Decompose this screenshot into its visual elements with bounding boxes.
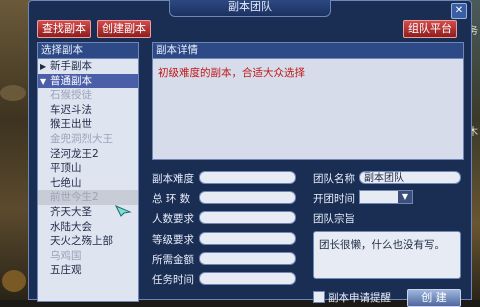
- team-name-input[interactable]: 副本团队: [359, 171, 461, 184]
- list-item-label: 石猴授徒: [50, 89, 92, 102]
- dungeon-detail-header: 副本详情: [153, 43, 463, 59]
- list-item-label: 齐天大圣: [50, 205, 92, 218]
- list-item-label: 前世今生2: [50, 191, 99, 204]
- triangle-right-icon: ▶: [40, 62, 47, 71]
- team-dungeon-dialog: 副本团队 ✕ 查找副本 创建副本 组队平台 选择副本 ▶ 新手副本 ▼ 普通副本 石猴授…: [28, 0, 472, 307]
- rings-label: 总 环 数: [152, 193, 191, 205]
- list-item-label: 平顶山: [50, 162, 82, 175]
- create-button[interactable]: 创 建: [407, 289, 461, 307]
- dungeon-list[interactable]: ▶ 新手副本 ▼ 普通副本 石猴授徒 车迟斗法 猴王出世 金兜洞烈大王 泾河龙王2 平顶山 七绝山前…: [38, 59, 138, 301]
- list-item-label: 七绝山: [50, 176, 82, 189]
- list-item[interactable]: 乌鸡国: [38, 249, 138, 264]
- list-item-label: 乌鸡国: [50, 249, 82, 262]
- time-label: 任务时间: [152, 274, 194, 286]
- time-field: [199, 272, 296, 285]
- rings-field: [199, 191, 296, 204]
- world-basket-decoration: [2, 270, 26, 292]
- open-time-label: 开团时间: [313, 193, 355, 205]
- list-item-label: 普通副本: [50, 74, 92, 87]
- list-item[interactable]: 五庄观: [38, 263, 138, 278]
- list-item-label: 五庄观: [50, 264, 82, 277]
- list-item[interactable]: 天火之殇上部: [38, 234, 138, 249]
- people-label: 人数要求: [152, 213, 194, 225]
- list-category[interactable]: ▼ 普通副本: [38, 73, 138, 89]
- dungeon-detail-panel: 副本详情 初级难度的副本，合适大众选择: [152, 42, 464, 160]
- list-item-label: 泾河龙王2: [50, 147, 99, 160]
- difficulty-label: 副本难度: [152, 173, 194, 185]
- create-dungeon-button[interactable]: 创建副本: [97, 20, 151, 38]
- list-item[interactable]: 金兜洞烈大王: [38, 132, 138, 147]
- dungeon-description: 初级难度的副本，合适大众选择: [158, 67, 305, 79]
- gold-label: 所需金额: [152, 254, 194, 266]
- triangle-down-icon: ▼: [40, 76, 47, 86]
- find-dungeon-button[interactable]: 查找副本: [37, 20, 91, 38]
- list-item[interactable]: 七绝山: [38, 176, 138, 191]
- team-motto-textarea[interactable]: 团长很懒，什么也没有写。: [313, 231, 461, 279]
- close-icon[interactable]: ✕: [451, 3, 467, 19]
- open-time-select[interactable]: ▼: [359, 190, 413, 204]
- dungeon-list-header: 选择副本: [38, 43, 138, 59]
- list-item[interactable]: 前世今生2: [38, 190, 138, 205]
- people-field: [199, 211, 296, 224]
- list-item-label: 金兜洞烈大王: [50, 132, 113, 145]
- team-name-label: 团队名称: [313, 173, 355, 185]
- list-item-label: 车迟斗法: [50, 103, 92, 116]
- difficulty-field: [199, 171, 296, 184]
- list-category[interactable]: ▶ 新手副本: [38, 59, 138, 74]
- chevron-down-icon[interactable]: ▼: [398, 191, 412, 203]
- list-item[interactable]: 石猴授徒: [38, 88, 138, 103]
- list-item-label: 猴王出世: [50, 118, 92, 131]
- pointer-cursor-icon: [115, 205, 132, 217]
- list-item-label: 天火之殇上部: [50, 235, 113, 248]
- list-item-label: 水陆大会: [50, 220, 92, 233]
- list-item[interactable]: 车迟斗法: [38, 103, 138, 118]
- list-item-label: 新手副本: [50, 60, 92, 72]
- gold-field: [199, 252, 296, 265]
- list-item[interactable]: 平顶山: [38, 161, 138, 176]
- reminder-label: 副本申请提醒: [328, 292, 391, 304]
- level-label: 等级要求: [152, 234, 194, 246]
- level-field: [199, 232, 296, 245]
- list-item[interactable]: 水陆大会: [38, 220, 138, 235]
- list-item[interactable]: 猴王出世: [38, 117, 138, 132]
- team-motto-label: 团队宗旨: [313, 213, 355, 225]
- world-pot-decoration: [0, 85, 26, 101]
- team-platform-button[interactable]: 组队平台: [403, 20, 457, 38]
- reminder-checkbox[interactable]: [313, 291, 325, 303]
- dungeon-list-panel: 选择副本 ▶ 新手副本 ▼ 普通副本 石猴授徒 车迟斗法 猴王出世 金兜洞烈大王 泾河龙王2 平顶…: [37, 42, 139, 302]
- dialog-title: 副本团队: [169, 0, 331, 17]
- list-item[interactable]: 泾河龙王2: [38, 147, 138, 162]
